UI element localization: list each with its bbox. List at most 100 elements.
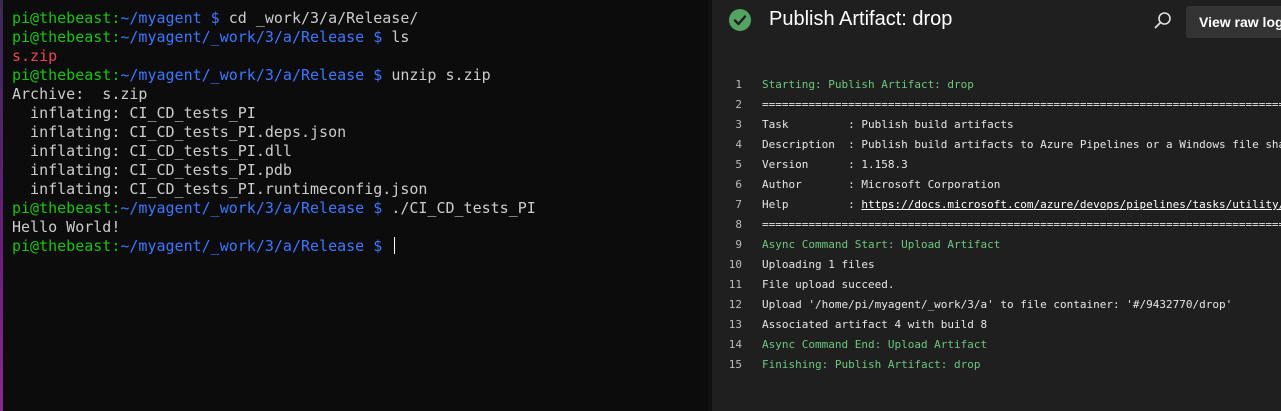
line-number: 3 — [735, 118, 742, 131]
output-text: Hello World! — [12, 218, 121, 236]
log-text: Async Command Start: Upload Artifact — [762, 235, 1000, 255]
command-text: ./CI_CD_tests_PI — [391, 199, 536, 217]
prompt-user: pi@thebeast — [12, 199, 112, 217]
log-text: Async Command End: Upload Artifact — [762, 335, 987, 355]
desktop-wallpaper-edge — [0, 0, 3, 411]
line-number: 13 — [728, 318, 742, 331]
prompt-symbol: $ — [364, 28, 392, 46]
output-text: inflating: CI_CD_tests_PI.deps.json — [12, 123, 347, 141]
terminal-window[interactable]: pi@thebeast:~/myagent $ cd _work/3/a/Rel… — [0, 0, 708, 411]
prompt-path: ~/myagent/_work/3/a/Release — [120, 66, 365, 84]
command-text: ls — [391, 28, 410, 46]
terminal-line: inflating: CI_CD_tests_PI.dll — [12, 142, 536, 161]
terminal-line: inflating: CI_CD_tests_PI.deps.json — [12, 123, 536, 142]
search-icon[interactable] — [1152, 10, 1174, 32]
terminal-line: Hello World! — [12, 218, 536, 237]
terminal-line: pi@thebeast:~/myagent/_work/3/a/Release … — [12, 28, 536, 47]
pipeline-log-panel: Publish Artifact: drop View raw log 1 Sta… — [712, 0, 1281, 411]
line-number: 11 — [728, 278, 742, 291]
log-line: 8 =======================================… — [712, 215, 1281, 235]
prompt-user: pi@thebeast — [12, 237, 112, 255]
log-text-content: File upload succeed. — [762, 278, 895, 291]
prompt-user: pi@thebeast — [12, 66, 112, 84]
command-text: unzip s.zip — [391, 66, 491, 84]
log-text: Uploading 1 files — [762, 255, 875, 275]
log-text-content: Author : Microsoft Corporation — [762, 178, 1001, 191]
log-text-content: Uploading 1 files — [762, 258, 875, 271]
log-text: Task : Publish build artifacts — [762, 115, 1014, 135]
log-line: 10 Uploading 1 files — [712, 255, 1281, 275]
log-text-content: Async Command Start: Upload Artifact — [762, 238, 1001, 251]
log-line: 3 Task : Publish build artifacts — [712, 115, 1281, 135]
terminal-line: pi@thebeast:~/myagent/_work/3/a/Release … — [12, 237, 536, 256]
output-text: inflating: CI_CD_tests_PI.runtimeconfig.… — [12, 180, 428, 198]
prompt-user: pi@thebeast — [12, 28, 112, 46]
output-text: inflating: CI_CD_tests_PI.pdb — [12, 161, 292, 179]
log-text: Associated artifact 4 with build 8 — [762, 315, 987, 335]
check-circle-icon — [729, 9, 751, 31]
log-header: Publish Artifact: drop View raw log — [712, 0, 1281, 44]
log-lines: 1 Starting: Publish Artifact: drop 2 ======… — [712, 75, 1281, 375]
log-text-content: ========================================… — [762, 218, 1281, 231]
file-listing: s.zip — [12, 47, 58, 65]
log-line: 5 Version : 1.158.3 — [712, 155, 1281, 175]
line-number: 12 — [728, 298, 742, 311]
log-text: Starting: Publish Artifact: drop — [762, 75, 974, 95]
line-number: 15 — [728, 358, 742, 371]
log-line: 6 Author : Microsoft Corporation — [712, 175, 1281, 195]
line-number: 2 — [735, 98, 742, 111]
log-text: File upload succeed. — [762, 275, 894, 295]
prompt-symbol: $ — [364, 237, 392, 255]
log-line: 9 Async Command Start: Upload Artifact — [712, 235, 1281, 255]
log-text: Description : Publish build artifacts to… — [762, 135, 1281, 155]
line-number: 9 — [735, 238, 742, 251]
log-line: 4 Description : Publish build artifacts t… — [712, 135, 1281, 155]
log-text: Version : 1.158.3 — [762, 155, 908, 175]
prompt-symbol: $ — [201, 9, 229, 27]
log-text: Help : https://docs.microsoft.com/azure/… — [762, 195, 1281, 215]
log-text-content: Associated artifact 4 with build 8 — [762, 318, 988, 331]
log-text: Upload '/home/pi/myagent/_work/3/a' to f… — [762, 295, 1232, 315]
terminal-line: inflating: CI_CD_tests_PI — [12, 104, 536, 123]
terminal-line: inflating: CI_CD_tests_PI.pdb — [12, 161, 536, 180]
log-line: 7 Help : https://docs.microsoft.com/azure… — [712, 195, 1281, 215]
log-line: 15 Finishing: Publish Artifact: drop — [712, 355, 1281, 375]
log-text: Finishing: Publish Artifact: drop — [762, 355, 981, 375]
help-link[interactable]: https://docs.microsoft.com/azure/devops/… — [861, 198, 1281, 211]
log-text-content: Task : Publish build artifacts — [762, 118, 1014, 131]
log-text-content: Async Command End: Upload Artifact — [762, 338, 988, 351]
log-text: ========================================… — [762, 215, 1281, 235]
terminal-line: Archive: s.zip — [12, 85, 536, 104]
prompt-path: ~/myagent/_work/3/a/Release — [120, 199, 365, 217]
prompt-path: ~/myagent/_work/3/a/Release — [120, 28, 365, 46]
prompt-user: pi@thebeast — [12, 9, 112, 27]
prompt-path: ~/myagent — [120, 9, 202, 27]
log-title: Publish Artifact: drop — [769, 8, 953, 30]
output-text: inflating: CI_CD_tests_PI — [12, 104, 256, 122]
log-text: ========================================… — [762, 95, 1281, 115]
line-number: 7 — [735, 198, 742, 211]
line-number: 4 — [735, 138, 742, 151]
terminal-line: s.zip — [12, 47, 536, 66]
log-line: 12 Upload '/home/pi/myagent/_work/3/a' to… — [712, 295, 1281, 315]
terminal-output: pi@thebeast:~/myagent $ cd _work/3/a/Rel… — [12, 9, 536, 256]
line-number: 6 — [735, 178, 742, 191]
log-text: Author : Microsoft Corporation — [762, 175, 1000, 195]
log-text-content: ========================================… — [762, 98, 1281, 111]
log-text-content: Help : — [762, 198, 862, 211]
line-number: 8 — [735, 218, 742, 231]
log-line: 14 Async Command End: Upload Artifact — [712, 335, 1281, 355]
terminal-line: pi@thebeast:~/myagent/_work/3/a/Release … — [12, 199, 536, 218]
output-text: inflating: CI_CD_tests_PI.dll — [12, 142, 292, 160]
terminal-line: inflating: CI_CD_tests_PI.runtimeconfig.… — [12, 180, 536, 199]
prompt-symbol: $ — [364, 199, 392, 217]
view-raw-log-button[interactable]: View raw log — [1186, 6, 1281, 38]
line-number: 10 — [728, 258, 742, 271]
prompt-symbol: $ — [364, 66, 392, 84]
prompt-path: ~/myagent/_work/3/a/Release — [120, 237, 365, 255]
log-text-content: Description : Publish build artifacts to… — [762, 138, 1281, 151]
log-line: 11 File upload succeed. — [712, 275, 1281, 295]
line-number: 1 — [735, 78, 742, 91]
text-cursor — [394, 237, 396, 254]
log-text-content: Upload '/home/pi/myagent/_work/3/a' to f… — [762, 298, 1233, 311]
